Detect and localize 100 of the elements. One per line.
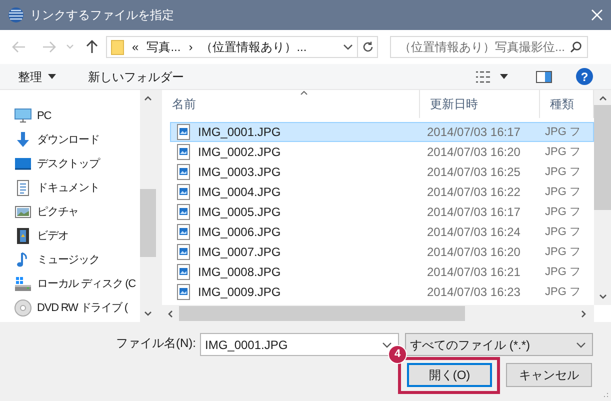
file-name-cell-text: IMG_0008.JPG: [198, 264, 282, 281]
scrollbar-thumb[interactable]: [179, 306, 465, 321]
app-icon: [8, 7, 24, 23]
date-cell-text: 2014/07/03 16:20: [427, 144, 522, 161]
date-cell-text: 2014/07/03 16:21: [427, 264, 522, 281]
document-icon: [14, 179, 32, 197]
nav-item[interactable]: ドキュメント: [37, 180, 100, 196]
film-icon: [14, 227, 32, 245]
file-row[interactable]: IMG_0005.JPG 2014/07/03 16:17 JPG フ: [170, 202, 594, 222]
file-row[interactable]: IMG_0009.JPG 2014/07/03 16:23 JPG フ: [170, 282, 594, 302]
file-row[interactable]: IMG_0002.JPG 2014/07/03 16:20 JPG フ: [170, 142, 594, 162]
search-icon[interactable]: [570, 41, 582, 53]
chevron-down-icon[interactable]: [343, 44, 353, 50]
file-name-cell-text: IMG_0001.JPG: [198, 124, 282, 141]
breadcrumb-separator[interactable]: ›: [188, 38, 193, 56]
window-title: リンクするファイルを指定: [30, 7, 174, 24]
image-file-icon: [177, 284, 190, 300]
search-field[interactable]: （位置情報あり）写真撮影位...: [390, 36, 588, 58]
date-cell-text: 2014/07/03 16:24: [427, 224, 522, 241]
file-type-dropdown[interactable]: すべてのファイル (*.*): [405, 333, 593, 356]
file-name-cell-text: IMG_0005.JPG: [198, 204, 282, 221]
new-folder-button[interactable]: 新しいフォルダー: [88, 68, 184, 86]
file-name-cell-text: IMG_0004.JPG: [198, 184, 282, 201]
nav-item[interactable]: ピクチャ: [37, 204, 79, 220]
nav-item[interactable]: ミュージック: [37, 252, 100, 268]
open-button[interactable]: 開く(O): [407, 363, 492, 387]
organize-menu-button[interactable]: 整理: [18, 68, 56, 86]
date-cell-text: 2014/07/03 16:23: [427, 284, 522, 301]
image-file-icon: [177, 244, 190, 260]
nav-item[interactable]: PC: [37, 108, 52, 124]
caret-icon: [48, 74, 56, 79]
disc-icon: [14, 299, 32, 317]
type-cell-text: JPG フ: [545, 204, 580, 220]
close-icon[interactable]: [591, 9, 603, 21]
file-name-cell-text: IMG_0006.JPG: [198, 224, 282, 241]
view-options-icon[interactable]: [476, 70, 490, 82]
down-arrow-icon: [14, 131, 32, 149]
file-row[interactable]: IMG_0007.JPG 2014/07/03 16:20 JPG フ: [170, 242, 594, 262]
hard-drive-icon: [14, 275, 32, 293]
image-file-icon: [177, 204, 190, 220]
image-icon: [14, 203, 32, 221]
type-cell-text: JPG フ: [545, 224, 580, 240]
breadcrumb-item[interactable]: 写真...: [146, 38, 181, 56]
date-cell-text: 2014/07/03 16:22: [427, 184, 522, 201]
name-column-header[interactable]: 名前: [162, 90, 420, 118]
address-bar[interactable]: « 写真... › （位置情報あり）...: [106, 36, 378, 58]
image-file-icon: [177, 144, 190, 160]
nav-item[interactable]: DVD RW ドライブ (: [37, 300, 128, 316]
file-row[interactable]: IMG_0001.JPG 2014/07/03 16:17 JPG フ: [170, 122, 594, 142]
nav-item[interactable]: ダウンロード: [37, 132, 100, 148]
date-cell-text: 2014/07/03 16:17: [427, 204, 522, 221]
scroll-up-icon[interactable]: [598, 96, 606, 101]
file-row[interactable]: IMG_0003.JPG 2014/07/03 16:25 JPG フ: [170, 162, 594, 182]
scrollbar[interactable]: [162, 305, 594, 322]
type-cell-text: JPG フ: [545, 124, 580, 140]
image-file-icon: [177, 164, 190, 180]
file-name-cell-text: IMG_0007.JPG: [198, 244, 282, 261]
type-cell-text: JPG フ: [545, 184, 580, 200]
caret-icon[interactable]: [500, 74, 508, 79]
file-row[interactable]: IMG_0006.JPG 2014/07/03 16:24 JPG フ: [170, 222, 594, 242]
type-cell-text: JPG フ: [545, 264, 580, 280]
overflow-chevron[interactable]: «: [132, 38, 139, 56]
scroll-down-icon[interactable]: [144, 311, 152, 316]
scroll-right-icon[interactable]: [581, 310, 586, 318]
breadcrumb-item[interactable]: （位置情報あり）...: [200, 38, 307, 56]
refresh-icon[interactable]: [362, 41, 374, 53]
date-cell-text: 2014/07/03 16:20: [427, 244, 522, 261]
file-row[interactable]: IMG_0004.JPG 2014/07/03 16:22 JPG フ: [170, 182, 594, 202]
scroll-left-icon[interactable]: [168, 310, 173, 318]
scrollbar-thumb[interactable]: [594, 105, 611, 210]
image-file-icon: [177, 224, 190, 240]
preview-pane-icon[interactable]: [536, 70, 552, 82]
nav-item[interactable]: デスクトップ: [37, 156, 100, 172]
image-file-icon: [177, 184, 190, 200]
step-badge: 4: [388, 345, 407, 364]
monitor-icon: [14, 155, 32, 173]
computer-icon: [14, 107, 32, 125]
nav-item[interactable]: ビデオ: [37, 228, 68, 244]
cancel-button[interactable]: キャンセル: [506, 363, 592, 387]
type-cell-text: JPG フ: [545, 144, 580, 160]
chevron-down-icon[interactable]: [382, 342, 392, 348]
scrollbar[interactable]: [594, 90, 611, 305]
file-name-label: ファイル名(N):: [116, 336, 196, 350]
date-cell-text: 2014/07/03 16:17: [427, 124, 522, 141]
image-file-icon: [177, 124, 190, 140]
image-file-icon: [177, 264, 190, 280]
scroll-up-icon[interactable]: [144, 96, 152, 101]
up-arrow-icon[interactable]: [86, 40, 98, 54]
scroll-down-icon[interactable]: [598, 294, 606, 299]
scrollbar-thumb[interactable]: [140, 189, 156, 257]
resize-grip-icon[interactable]: [601, 391, 609, 399]
file-row[interactable]: IMG_0008.JPG 2014/07/03 16:21 JPG フ: [170, 262, 594, 282]
folder-icon: [111, 40, 124, 54]
type-cell-text: JPG フ: [545, 244, 580, 260]
file-name-cell-text: IMG_0003.JPG: [198, 164, 282, 181]
help-button[interactable]: ?: [576, 68, 593, 85]
date-column-header[interactable]: 更新日時: [420, 90, 540, 118]
nav-item[interactable]: ローカル ディスク (C: [37, 276, 136, 292]
sort-ascending-icon: [300, 91, 308, 95]
chevron-down-icon: [576, 342, 586, 348]
